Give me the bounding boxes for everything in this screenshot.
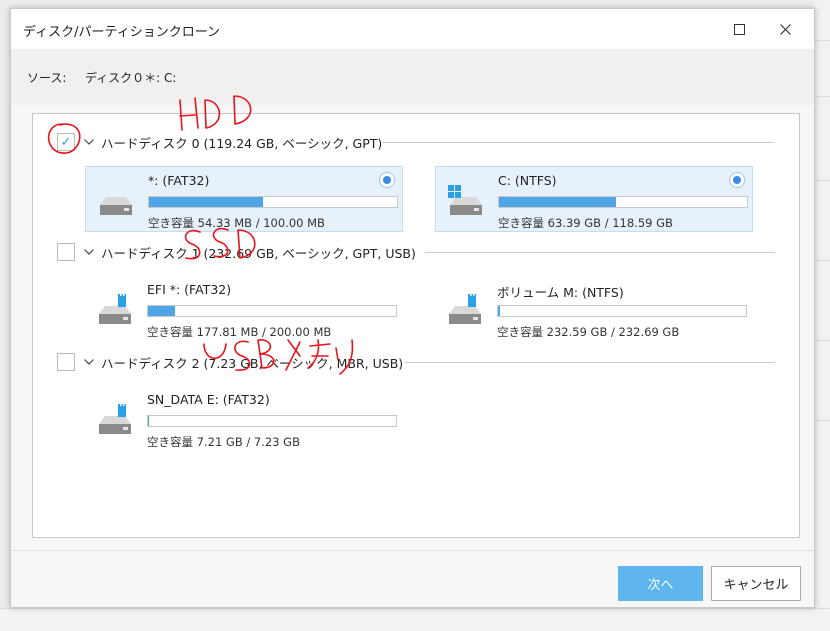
usage-bar-fill	[498, 306, 500, 316]
checkmark-icon: ✓	[60, 134, 72, 150]
disk-header-1: ハードディスク 1 (232.69 GB, ベーシック, GPT, USB)	[57, 241, 416, 263]
usage-bar	[148, 196, 398, 208]
partition-free-space: 空き容量 54.33 MB / 100.00 MB	[148, 216, 325, 230]
disk-title: ハードディスク 0 (119.24 GB, ベーシック, GPT)	[101, 135, 383, 151]
partition-radio[interactable]	[729, 172, 745, 188]
usage-bar-fill	[149, 197, 264, 207]
usage-bar-fill	[499, 197, 616, 207]
partition-item[interactable]: *: (FAT32) 空き容量 54.33 MB / 100.00 MB	[85, 166, 403, 232]
usage-bar	[498, 196, 748, 208]
usage-bar	[497, 305, 747, 317]
partition-free-space: 空き容量 63.39 GB / 118.59 GB	[498, 216, 673, 230]
close-icon	[779, 23, 791, 35]
chevron-down-icon[interactable]	[83, 356, 95, 368]
cancel-button[interactable]: キャンセル	[711, 566, 801, 601]
clone-dialog: ディスク/パーティションクローン ソース: ディスク０＊: C: ✓ ハードディ…	[10, 8, 815, 608]
next-button[interactable]: 次へ	[618, 566, 703, 601]
disk-1-checkbox[interactable]	[57, 243, 75, 261]
dialog-title: ディスク/パーティションクローン	[23, 25, 221, 40]
source-value: ディスク０＊: C:	[85, 71, 177, 85]
partition-free-space: 空き容量 232.59 GB / 232.69 GB	[497, 325, 680, 339]
disk-list-panel: ✓ ハードディスク 0 (119.24 GB, ベーシック, GPT) *: (…	[32, 113, 800, 538]
disk-0-checkbox[interactable]: ✓	[57, 133, 75, 151]
partition-item[interactable]: C: (NTFS) 空き容量 63.39 GB / 118.59 GB	[435, 166, 753, 232]
drive-icon	[100, 197, 132, 215]
footer-divider	[11, 550, 814, 551]
partition-item[interactable]: EFI *: (FAT32) 空き容量 177.81 MB / 200.00 M…	[85, 276, 403, 342]
disk-header-0: ✓ ハードディスク 0 (119.24 GB, ベーシック, GPT)	[57, 131, 382, 153]
background-window-right	[814, 0, 830, 608]
usage-bar-fill	[148, 416, 150, 426]
partition-name: ボリューム M: (NTFS)	[497, 285, 624, 300]
partition-name: EFI *: (FAT32)	[147, 282, 232, 297]
partition-radio[interactable]	[379, 172, 395, 188]
maximize-icon	[733, 23, 745, 35]
source-row: ソース: ディスク０＊: C:	[11, 49, 814, 105]
usage-bar	[147, 305, 397, 317]
disk-title: ハードディスク 1 (232.69 GB, ベーシック, GPT, USB)	[101, 245, 416, 261]
disk-header-2: ハードディスク 2 (7.23 GB, ベーシック, MBR, USB)	[57, 351, 403, 373]
maximize-button[interactable]	[725, 17, 753, 41]
partition-free-space: 空き容量 7.21 GB / 7.23 GB	[147, 435, 300, 449]
source-label: ソース:	[27, 71, 67, 85]
usage-bar-fill	[148, 306, 176, 316]
chevron-down-icon[interactable]	[83, 136, 95, 148]
windows-drive-icon	[448, 185, 482, 215]
background-window-bottom	[0, 608, 830, 631]
usb-drive-icon	[99, 404, 131, 434]
titlebar: ディスク/パーティションクローン	[11, 9, 814, 49]
divider	[405, 362, 775, 363]
partition-name: C: (NTFS)	[498, 173, 557, 188]
close-button[interactable]	[771, 17, 799, 41]
usb-drive-icon	[99, 294, 131, 324]
partition-name: *: (FAT32)	[148, 173, 210, 188]
disk-2-checkbox[interactable]	[57, 353, 75, 371]
usage-bar	[147, 415, 397, 427]
chevron-down-icon[interactable]	[83, 246, 95, 258]
disk-title: ハードディスク 2 (7.23 GB, ベーシック, MBR, USB)	[101, 355, 404, 371]
partition-item[interactable]: ボリューム M: (NTFS) 空き容量 232.59 GB / 232.69 …	[435, 276, 753, 342]
partition-free-space: 空き容量 177.81 MB / 200.00 MB	[147, 325, 332, 339]
usb-drive-icon	[449, 294, 481, 324]
divider	[425, 252, 775, 253]
partition-name: SN_DATA E: (FAT32)	[147, 392, 270, 407]
divider	[383, 142, 775, 143]
partition-item[interactable]: SN_DATA E: (FAT32) 空き容量 7.21 GB / 7.23 G…	[85, 386, 403, 452]
